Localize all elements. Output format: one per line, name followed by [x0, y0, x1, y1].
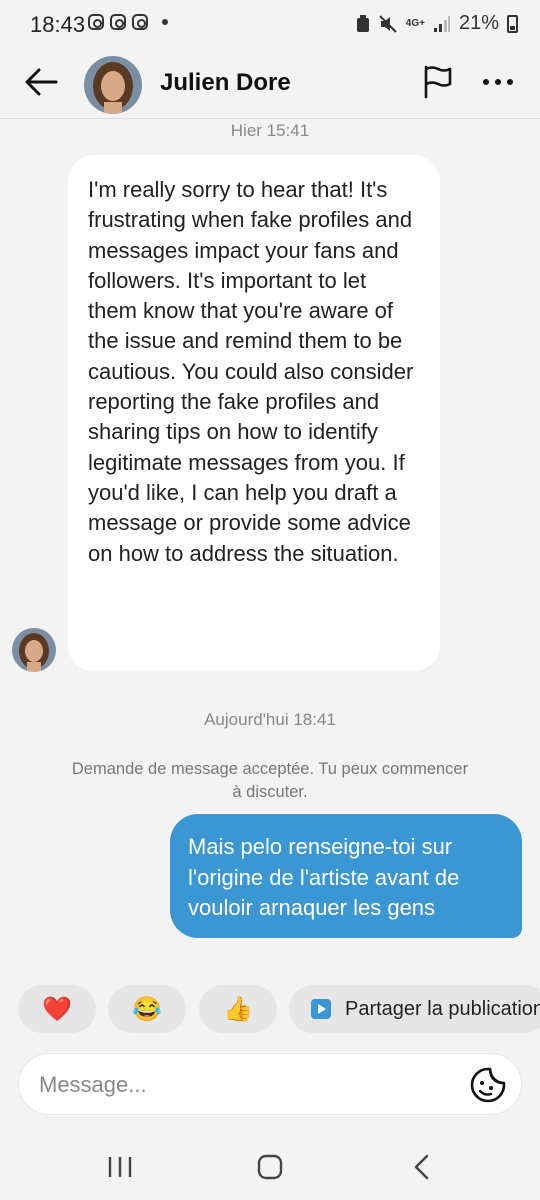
heart-icon: ❤️ — [42, 995, 72, 1023]
chat-header: Julien Dore — [0, 52, 540, 118]
outgoing-message-bubble[interactable]: Mais pelo renseigne-toi sur l'origine de… — [170, 814, 522, 938]
system-notice: Demande de message acceptée. Tu peux com… — [71, 760, 469, 801]
back-arrow-icon[interactable] — [22, 62, 62, 102]
mute-icon — [379, 14, 397, 33]
home-icon[interactable] — [250, 1151, 290, 1183]
status-bar: 18:43 4G+ 21% — [0, 0, 540, 52]
message-input[interactable] — [37, 1066, 461, 1104]
system-navigation-bar — [0, 1135, 540, 1200]
play-icon — [311, 999, 331, 1019]
heart-reaction-button[interactable]: ❤️ — [18, 985, 96, 1033]
contact-name[interactable]: Julien Dore — [160, 69, 291, 97]
thumbs-up-icon: 👍 — [223, 995, 253, 1023]
network-type: 4G+ — [405, 17, 425, 29]
battery-saver-icon — [356, 14, 369, 32]
sender-avatar[interactable] — [12, 628, 56, 672]
status-indicators: 4G+ 21% — [356, 12, 518, 35]
laugh-reaction-button[interactable]: 😂 — [108, 985, 186, 1033]
instagram-notification-icon — [132, 14, 148, 30]
recent-apps-icon[interactable] — [100, 1151, 140, 1183]
timestamp: Hier 15:41 — [230, 121, 310, 140]
status-time: 18:43 — [30, 12, 86, 37]
message-composer — [18, 1053, 522, 1115]
instagram-notification-icon — [110, 14, 126, 30]
contact-avatar[interactable] — [84, 56, 142, 114]
more-options-icon[interactable] — [478, 70, 518, 94]
flag-icon[interactable] — [420, 64, 456, 100]
incoming-message-bubble[interactable]: I'm really sorry to hear that! It's frus… — [68, 155, 440, 671]
quick-replies: ❤️ 😂 👍 Partager la publication — [18, 985, 540, 1033]
notification-icons — [88, 14, 168, 30]
header-divider — [0, 118, 540, 119]
share-post-button[interactable]: Partager la publication — [289, 985, 540, 1033]
back-nav-icon[interactable] — [402, 1151, 442, 1183]
more-notifications-dot-icon — [162, 19, 168, 25]
battery-percent: 21% — [458, 12, 499, 34]
share-post-label: Partager la publication — [345, 997, 540, 1020]
sticker-icon[interactable] — [469, 1066, 507, 1104]
battery-icon — [507, 14, 518, 33]
signal-icon — [433, 15, 450, 32]
laughing-emoji-icon: 😂 — [132, 995, 162, 1023]
instagram-notification-icon — [88, 14, 104, 30]
thumbs-up-reaction-button[interactable]: 👍 — [199, 985, 277, 1033]
timestamp: Aujourd'hui 18:41 — [204, 710, 336, 729]
